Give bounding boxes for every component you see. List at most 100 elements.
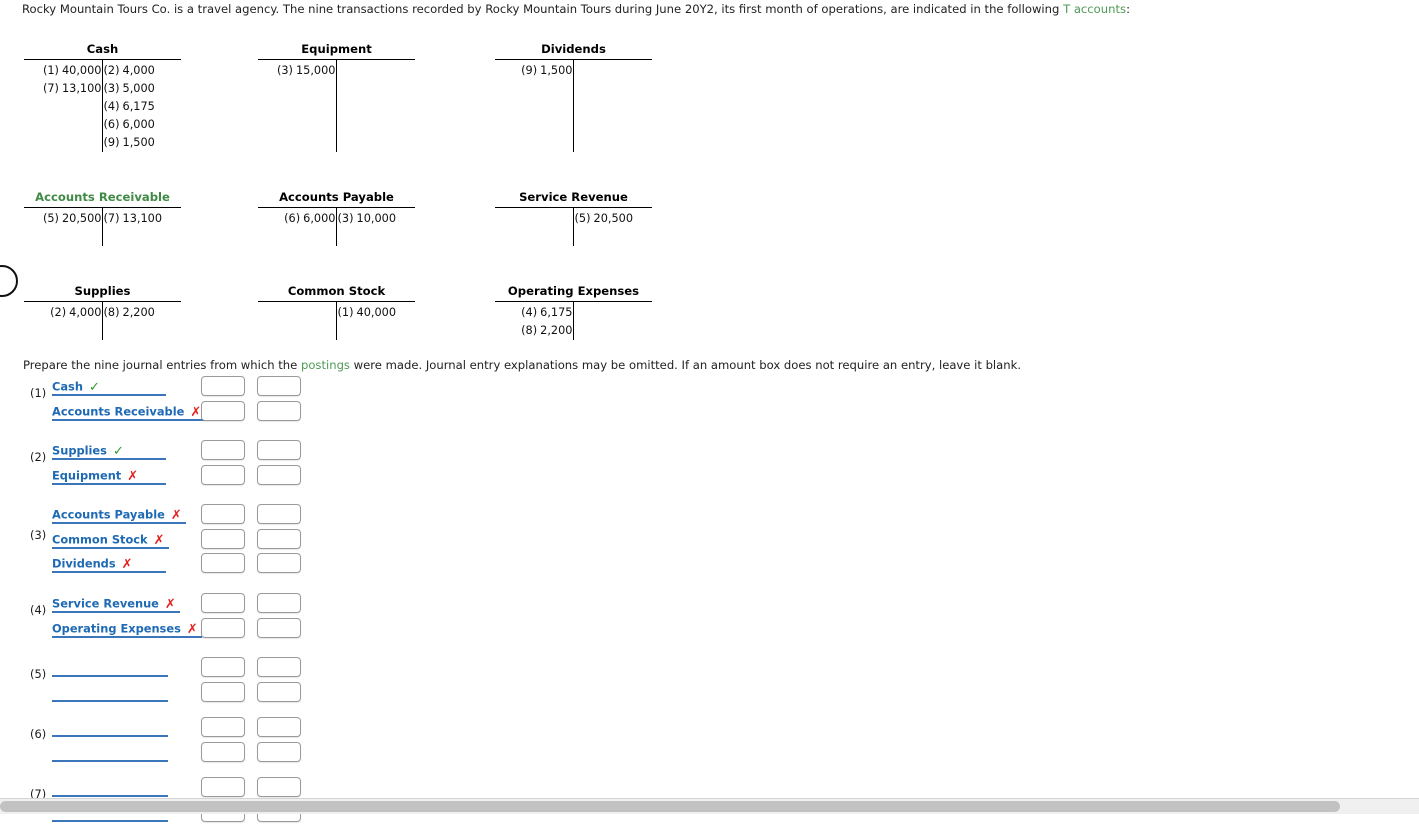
credit-amount-input[interactable]: [257, 376, 301, 396]
t-account-credit-column: (7) 13,100: [103, 208, 182, 228]
credit-amount-input[interactable]: [257, 400, 301, 421]
correct-check-icon: ✓: [88, 380, 100, 395]
instruction-text-after: were made. Journal entry explanations ma…: [349, 358, 1022, 372]
credit-amount-input[interactable]: [257, 657, 301, 677]
account-name-field[interactable]: Common Stock ✗: [52, 529, 169, 549]
t-account-body: (3) 15,000: [258, 59, 415, 80]
incorrect-cross-icon: ✗: [164, 597, 176, 612]
t-account-entry-amount: 1,500: [540, 64, 573, 77]
t-account-title: Accounts Payable: [279, 190, 394, 204]
t-account: Operating Expenses (4) 6,175 (8) 2,200: [495, 284, 652, 340]
debit-amount-input[interactable]: [201, 617, 245, 638]
journal-entry-row: Supplies ✓: [0, 440, 400, 465]
credit-amount-input[interactable]: [257, 553, 301, 574]
incorrect-cross-icon: ✗: [190, 404, 202, 420]
credit-amount-input[interactable]: [257, 504, 301, 524]
debit-amount-input[interactable]: [201, 777, 245, 797]
t-account: Cash (1) 40,000 (7) 13,100 (2) 4,000 (3) 5,000 (4…: [24, 42, 181, 152]
debit-amount-input[interactable]: [201, 528, 245, 549]
t-account-debit-column: (6) 6,000: [258, 208, 337, 228]
journal-entry-row: [0, 657, 400, 682]
correct-check-icon: ✓: [112, 444, 124, 459]
t-account-entry-amount: 10,000: [356, 212, 397, 225]
account-name-field[interactable]: Equipment ✗: [52, 465, 166, 485]
t-account-stem: [495, 80, 652, 152]
credit-amount-input[interactable]: [257, 681, 301, 702]
debit-amount-input[interactable]: [201, 400, 245, 421]
t-account-credit-column: (1) 40,000: [337, 302, 416, 322]
t-account: Accounts Payable (6) 6,000 (3) 10,000: [258, 190, 415, 246]
t-account-title: Service Revenue: [519, 190, 628, 204]
t-account: Accounts Receivable (5) 20,500 (7) 13,100: [24, 190, 181, 246]
debit-amount-input[interactable]: [201, 376, 245, 396]
account-name-field[interactable]: Accounts Payable ✗: [52, 504, 186, 524]
account-name-field[interactable]: [52, 682, 168, 702]
t-account-entry-amount: 6,175: [540, 306, 573, 319]
t-account-title: Operating Expenses: [507, 284, 640, 298]
debit-amount-input[interactable]: [201, 717, 245, 737]
horizontal-scrollbar-thumb[interactable]: [0, 801, 1340, 812]
t-account-entry-amount: 13,100: [61, 82, 102, 95]
account-name-field[interactable]: [52, 742, 168, 762]
credit-amount-input[interactable]: [257, 593, 301, 613]
account-name-field[interactable]: Supplies ✓: [52, 440, 166, 460]
t-account-entry-amount: 40,000: [356, 306, 397, 319]
t-account-body: (2) 4,000 (8) 2,200: [24, 301, 181, 322]
account-name-field[interactable]: [52, 717, 168, 737]
t-account-entry-amount: 20,500: [61, 212, 102, 225]
horizontal-scrollbar[interactable]: [0, 798, 1419, 814]
t-accounts-link[interactable]: T accounts: [1063, 2, 1126, 16]
debit-amount-input[interactable]: [201, 593, 245, 613]
t-account-debit-column: [258, 302, 337, 322]
t-account-entry: (9) 1,500: [495, 62, 573, 80]
t-account-stem: [495, 228, 652, 246]
credit-amount-input[interactable]: [257, 464, 301, 485]
credit-amount-input[interactable]: [257, 717, 301, 737]
account-name-field[interactable]: Operating Expenses ✗: [52, 618, 202, 638]
t-account-debit-column: (2) 4,000: [24, 302, 103, 322]
debit-amount-input[interactable]: [201, 657, 245, 677]
account-name-field[interactable]: Accounts Receivable ✗: [52, 401, 206, 421]
t-account-entry-ref: (1): [337, 306, 354, 319]
t-account-entry-ref: (1): [42, 64, 59, 77]
intro-paragraph: Rocky Mountain Tours Co. is a travel age…: [22, 2, 1130, 17]
debit-amount-input[interactable]: [201, 504, 245, 524]
account-name-field[interactable]: Dividends ✗: [52, 553, 166, 574]
account-name-label: Service Revenue: [52, 596, 159, 611]
t-account-credit-column: (8) 2,200: [103, 302, 182, 322]
t-account-credit-column: [574, 60, 653, 80]
credit-amount-input[interactable]: [257, 440, 301, 460]
account-name-label: Accounts Receivable: [52, 404, 185, 419]
debit-amount-input[interactable]: [201, 440, 245, 460]
t-account-entry-amount: 20,500: [593, 212, 634, 225]
instruction-paragraph: Prepare the nine journal entries from wh…: [23, 358, 1021, 373]
t-account-entry-amount: 15,000: [295, 64, 336, 77]
t-account-body: (4) 6,175 (8) 2,200: [495, 301, 652, 340]
t-account-stem-line: [24, 228, 103, 246]
account-name-field[interactable]: Cash ✓: [52, 376, 166, 396]
debit-amount-input[interactable]: [201, 741, 245, 762]
credit-amount-input[interactable]: [257, 741, 301, 762]
credit-amount-input[interactable]: [257, 777, 301, 797]
account-name-field[interactable]: [52, 657, 168, 677]
debit-amount-input[interactable]: [201, 464, 245, 485]
debit-amount-input[interactable]: [201, 553, 245, 574]
t-account-debit-column: (4) 6,175 (8) 2,200: [495, 302, 574, 340]
t-account-title: Common Stock: [287, 284, 386, 298]
incorrect-cross-icon: ✗: [170, 508, 182, 523]
debit-amount-input[interactable]: [201, 681, 245, 702]
t-account-body: (1) 40,000 (7) 13,100 (2) 4,000 (3) 5,000 (4) 6,1…: [24, 59, 181, 152]
account-name-field[interactable]: [52, 777, 168, 797]
t-account-entry-amount: 4,000: [69, 306, 102, 319]
t-account: Dividends (9) 1,500: [495, 42, 652, 152]
t-account-stem-line: [495, 228, 574, 246]
account-name-label: Common Stock: [52, 532, 148, 547]
postings-link[interactable]: postings: [301, 358, 350, 372]
account-name-field[interactable]: Service Revenue ✗: [52, 593, 180, 613]
incorrect-cross-icon: ✗: [127, 468, 139, 484]
t-account-stem-line: [258, 228, 337, 246]
credit-amount-input[interactable]: [257, 617, 301, 638]
credit-amount-input[interactable]: [257, 528, 301, 549]
t-account-debit-column: (3) 15,000: [258, 60, 337, 80]
journal-entry-row: Equipment ✗: [0, 464, 400, 490]
